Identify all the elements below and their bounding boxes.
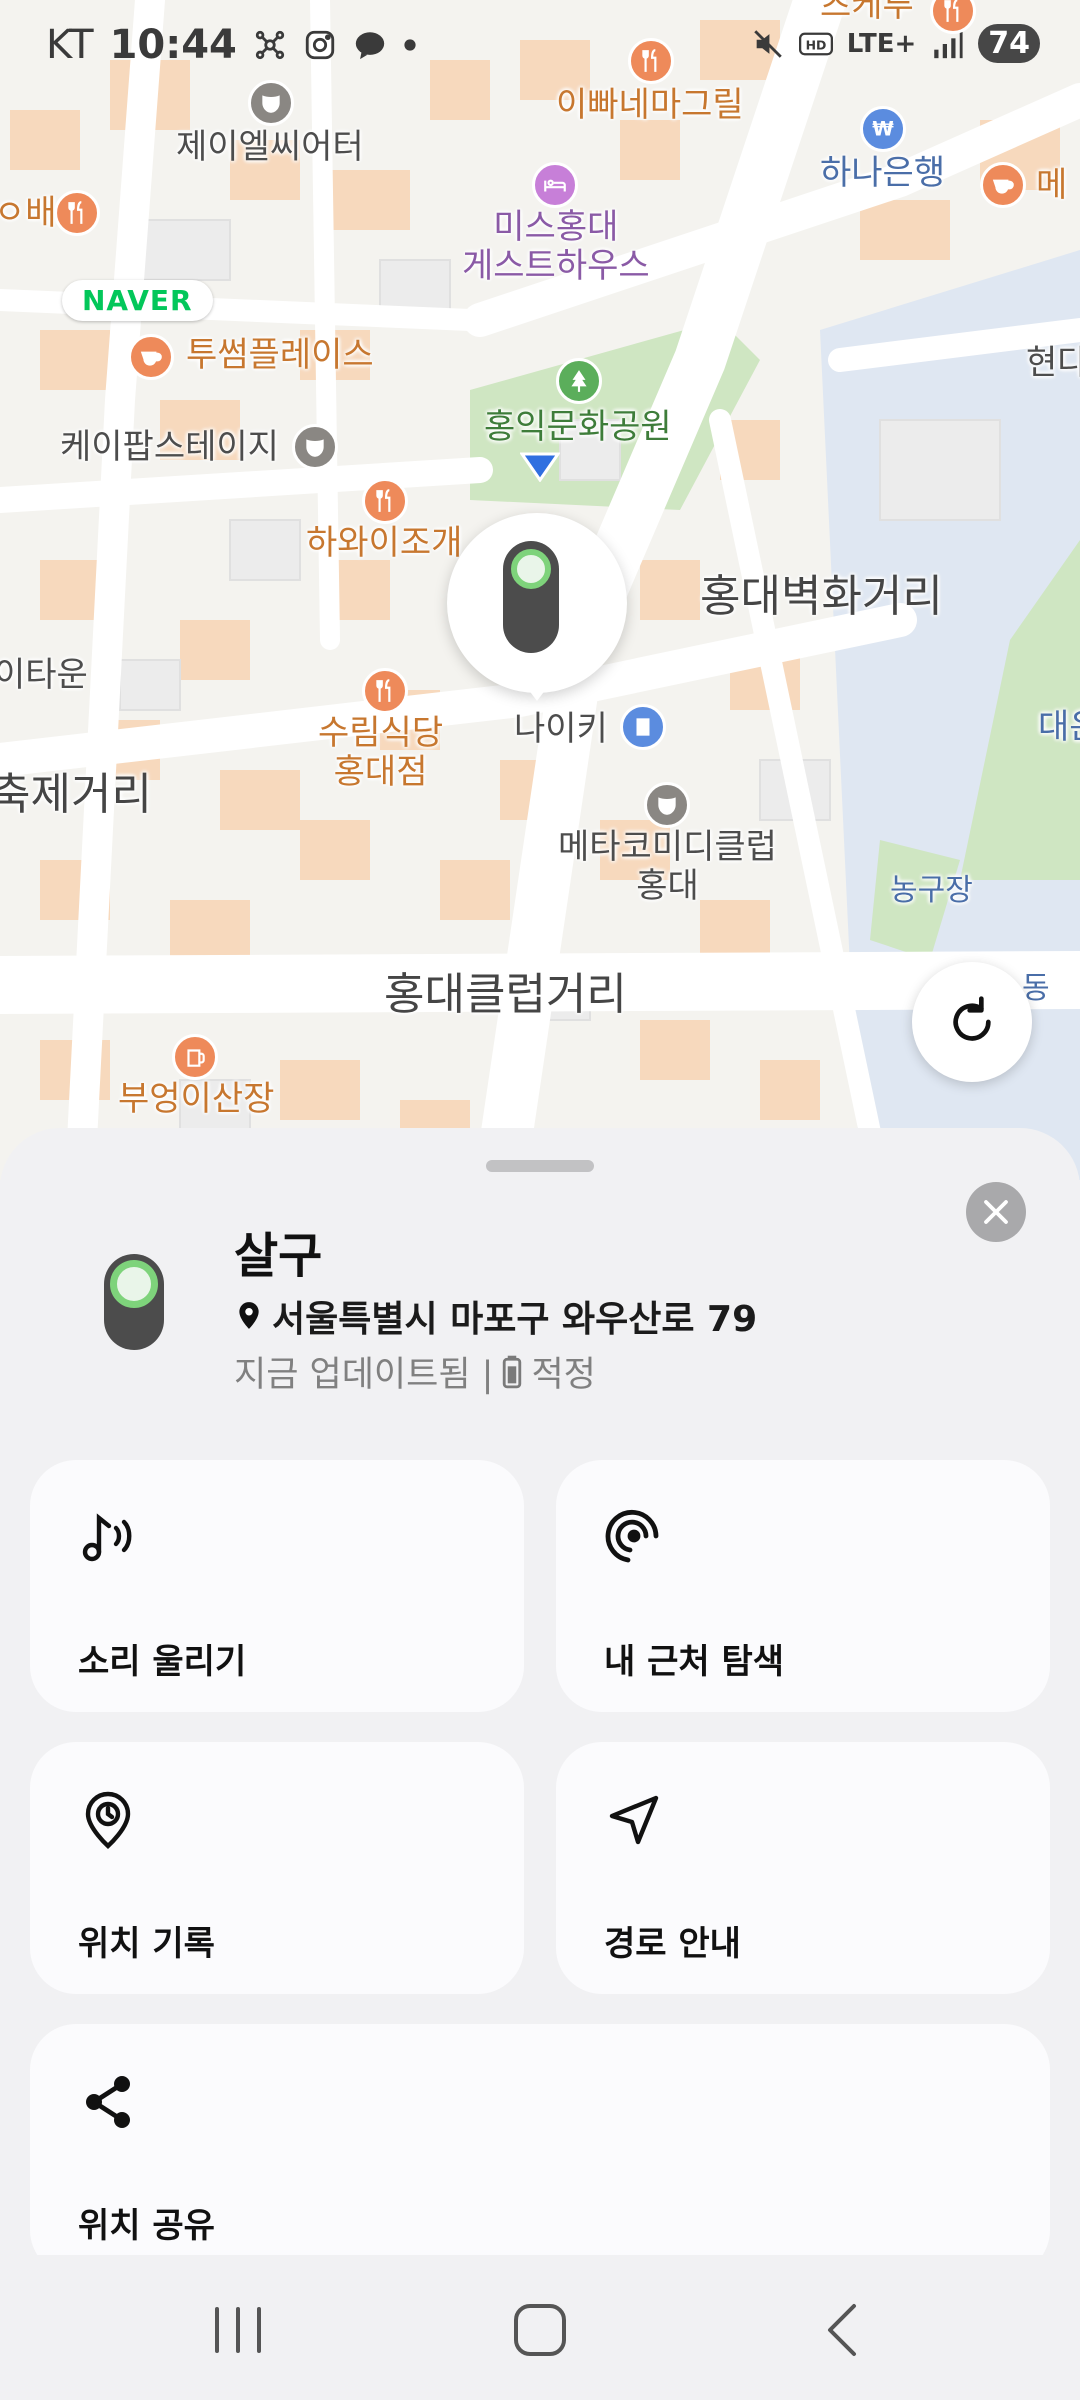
search-nearby-label: 내 근처 탐색 — [604, 1642, 785, 1682]
location-history-button[interactable]: 위치 기록 — [30, 1742, 524, 1994]
map-label-jel-theater: 제이엘씨어터 — [176, 127, 364, 167]
recent-apps-icon — [215, 2307, 261, 2353]
map-label-hawaii: 하와이조개 — [306, 523, 463, 563]
map-label-hyundai: 현다 — [1026, 343, 1080, 383]
hd-icon: HD — [798, 32, 833, 55]
theater-poi-icon[interactable] — [248, 80, 294, 126]
refresh-button[interactable] — [912, 962, 1032, 1082]
battery-icon — [503, 1355, 522, 1388]
home-icon — [514, 2304, 566, 2356]
battery-status: 적정 — [531, 1355, 596, 1395]
device-location-marker[interactable] — [447, 513, 627, 701]
cafe-poi-icon[interactable] — [980, 162, 1026, 208]
device-detail-sheet: 살구 서울특별시 마포구 와우산로 79 지금 업데이트됨 | 적정 소리 울리… — [0, 1128, 1080, 2255]
play-sound-label: 소리 울리기 — [78, 1642, 247, 1682]
back-button[interactable] — [802, 2295, 882, 2365]
svg-text:₩: ₩ — [872, 118, 894, 141]
map-view[interactable]: KT 10:44 HD LTE+ 74 NAVER 츠케루 이빠네마그릴 제이엘… — [0, 0, 1080, 1180]
update-status: 지금 업데이트됨 | 적정 — [234, 1346, 596, 1397]
theater-poi-icon[interactable] — [644, 782, 690, 828]
refresh-icon — [953, 996, 991, 1041]
map-label-twosome: 투썸플레이스 — [186, 335, 374, 375]
search-nearby-button[interactable]: 내 근처 탐색 — [556, 1460, 1050, 1712]
close-icon — [984, 1200, 1008, 1224]
navigation-arrow-icon — [609, 1795, 659, 1845]
battery-indicator: 74 — [978, 24, 1040, 63]
map-label-hongik-park: 홍익문화공원 — [484, 407, 672, 447]
address-text: 서울특별시 마포구 와우산로 79 — [272, 1299, 758, 1340]
map-label-kpop-stage: 케이팝스테이지 — [60, 427, 279, 467]
map-label-ipanema: 이빠네마그릴 — [556, 85, 744, 125]
update-time: 지금 업데이트됨 | — [234, 1355, 494, 1395]
recent-apps-button[interactable] — [198, 2295, 278, 2365]
play-sound-button[interactable]: 소리 울리기 — [30, 1460, 524, 1712]
sound-wave-icon — [82, 1513, 132, 1562]
share-location-button[interactable]: 위치 공유 — [30, 2024, 1050, 2255]
device-tag-icon — [104, 1254, 164, 1350]
restaurant-poi-icon[interactable] — [362, 478, 408, 524]
map-label-tsukeru: 츠케루 — [820, 0, 914, 25]
map-label-ataun: 이타운 — [0, 655, 88, 695]
cafe-poi-icon[interactable] — [128, 334, 174, 380]
network-type: LTE+ — [846, 28, 917, 59]
location-pin-icon — [239, 1302, 259, 1329]
sheet-drag-handle[interactable] — [486, 1160, 594, 1172]
tag-icon — [503, 541, 559, 653]
map-label-me: 메 — [1036, 165, 1068, 205]
map-label-bueong: 부엉이산장 — [118, 1079, 275, 1119]
system-navigation-bar — [0, 2255, 1080, 2400]
navigation-button[interactable]: 경로 안내 — [556, 1742, 1050, 1994]
notification-dot-icon — [404, 39, 416, 51]
talk-icon — [355, 32, 385, 60]
map-label-basketball-court: 농구장 — [890, 873, 973, 908]
map-label-surim: 수림식당 홍대점 — [318, 713, 444, 793]
device-address: 서울특별시 마포구 와우산로 79 — [236, 1290, 757, 1342]
store-poi-icon[interactable] — [620, 704, 666, 750]
location-arrow-icon — [520, 452, 560, 482]
location-history-label: 위치 기록 — [78, 1924, 215, 1964]
restaurant-poi-icon[interactable] — [628, 38, 674, 84]
instagram-icon — [305, 30, 335, 60]
clock: 10:44 — [109, 22, 237, 68]
map-label-cafe-left: ㅇ배 — [0, 193, 57, 233]
map-label-club-street: 홍대클럽거리 — [384, 969, 627, 1020]
carrier-label: KT — [46, 22, 94, 68]
map-label-daeeun: 대은 — [1038, 707, 1080, 747]
share-icon — [86, 2076, 130, 2128]
mute-icon — [753, 29, 782, 58]
share-location-label: 위치 공유 — [78, 2206, 215, 2246]
navigation-label: 경로 안내 — [604, 1924, 741, 1964]
nearby-radar-icon — [605, 1509, 659, 1563]
location-history-icon — [85, 1791, 131, 1849]
home-button[interactable] — [500, 2295, 580, 2365]
pub-poi-icon[interactable] — [172, 1034, 218, 1080]
restaurant-poi-icon[interactable] — [54, 190, 100, 236]
map-label-miss-hongdae: 미스홍대 게스트하우스 — [462, 207, 650, 287]
map-label-meta-comedy: 메타코미디클럽 홍대 — [558, 827, 777, 907]
device-name: 살구 — [234, 1228, 323, 1284]
theater-poi-icon[interactable] — [292, 424, 338, 470]
naver-logo: NAVER — [62, 280, 213, 321]
restaurant-poi-icon[interactable] — [362, 668, 408, 714]
map-label-festival-street: 축제거리 — [0, 769, 152, 820]
map-label-hana-bank: 하나은행 — [820, 153, 946, 193]
status-bar: KT 10:44 HD LTE+ 74 — [0, 0, 1080, 96]
map-label-hongdae-mural: 홍대벽화거리 — [700, 571, 943, 622]
close-button[interactable] — [966, 1182, 1026, 1242]
back-icon — [828, 2304, 856, 2356]
hub-icon — [255, 30, 285, 60]
map-label-nike: 나이키 — [514, 709, 608, 749]
bank-poi-icon[interactable]: ₩ — [860, 106, 906, 152]
hotel-poi-icon[interactable] — [532, 162, 578, 208]
park-poi-icon[interactable] — [556, 358, 602, 404]
svg-text:HD: HD — [805, 37, 826, 52]
